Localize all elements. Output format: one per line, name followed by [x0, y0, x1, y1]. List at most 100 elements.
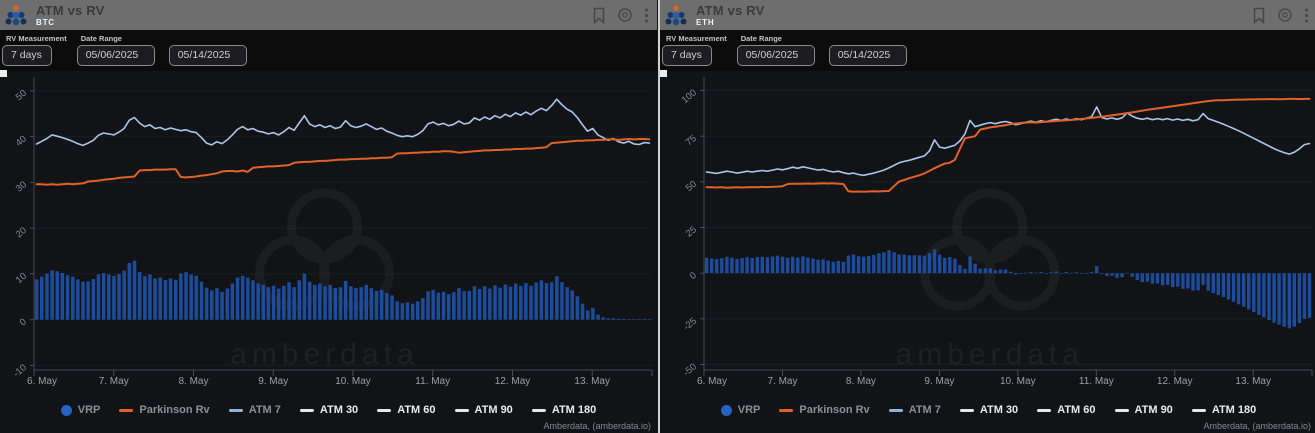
- btc-chart-canvas[interactable]: 50403020100-106. May7. May8. May9. May10…: [0, 68, 657, 400]
- filter-bar: RV Measurement 7 days Date Range 05/06/2…: [660, 30, 1315, 71]
- svg-text:8. May: 8. May: [846, 376, 876, 387]
- svg-text:50: 50: [14, 88, 29, 103]
- panel-header: ATM vs RV BTC: [0, 0, 657, 30]
- attribution-text: Amberdata, (amberdata.io): [543, 421, 651, 431]
- widget-settings-icon[interactable]: [1277, 7, 1293, 23]
- chart-legend: VRP Parkinson Rv ATM 7 ATM 30 ATM 60 ATM 90 AT…: [660, 401, 1315, 419]
- svg-text:10: 10: [14, 271, 29, 286]
- svg-text:8. May: 8. May: [178, 376, 208, 387]
- legend-marker-icon: [377, 409, 391, 412]
- svg-text:6. May: 6. May: [697, 376, 727, 387]
- date-from-input[interactable]: 05/06/2025: [737, 45, 815, 66]
- legend-item-vrp[interactable]: VRP: [721, 404, 761, 416]
- legend-marker-icon: [960, 409, 974, 412]
- legend-item-parkinson-rv[interactable]: Parkinson Rv: [119, 404, 209, 416]
- amberdata-logo-icon: [663, 3, 689, 27]
- rv-measurement-label: RV Measurement: [6, 34, 67, 43]
- amberdata-dashboard: ATM vs RV BTC RV Measurement 7 days: [0, 0, 1315, 433]
- legend-marker-icon: [61, 405, 72, 416]
- kebab-menu-icon[interactable]: [644, 7, 649, 24]
- date-range-label: Date Range: [81, 34, 247, 43]
- svg-text:amberdata: amberdata: [896, 338, 1084, 371]
- legend-marker-icon: [119, 409, 133, 412]
- legend-item-atm-7[interactable]: ATM 7: [889, 404, 941, 416]
- kebab-menu-icon[interactable]: [1304, 7, 1309, 24]
- svg-text:-25: -25: [681, 316, 699, 333]
- legend-marker-icon: [532, 409, 546, 412]
- panel-title: ATM vs RV: [36, 4, 105, 17]
- panel-subtitle: BTC: [36, 19, 105, 27]
- legend-marker-icon: [229, 409, 243, 412]
- legend-marker-icon: [1115, 409, 1129, 412]
- svg-text:100: 100: [680, 87, 699, 106]
- legend-item-atm-7[interactable]: ATM 7: [229, 404, 281, 416]
- svg-text:11. May: 11. May: [415, 376, 450, 387]
- date-range-label: Date Range: [741, 34, 907, 43]
- legend-label: ATM 7: [909, 404, 941, 416]
- panel-subtitle: ETH: [696, 19, 765, 27]
- legend-label: ATM 180: [552, 404, 596, 416]
- legend-item-atm-180[interactable]: ATM 180: [532, 404, 596, 416]
- rv-measurement-select[interactable]: 7 days: [2, 45, 52, 66]
- chart-panel-eth: ATM vs RV ETH RV Measurement 7 days: [658, 0, 1315, 433]
- svg-text:9. May: 9. May: [258, 376, 288, 387]
- legend-item-atm-180[interactable]: ATM 180: [1192, 404, 1256, 416]
- widget-settings-icon[interactable]: [617, 7, 633, 23]
- legend-item-atm-30[interactable]: ATM 30: [960, 404, 1018, 416]
- svg-text:20: 20: [14, 225, 29, 240]
- legend-marker-icon: [1192, 409, 1206, 412]
- svg-text:12. May: 12. May: [495, 376, 531, 387]
- date-from-input[interactable]: 05/06/2025: [77, 45, 155, 66]
- legend-label: Parkinson Rv: [139, 404, 209, 416]
- legend-item-vrp[interactable]: VRP: [61, 404, 101, 416]
- eth-chart-canvas[interactable]: 1007550250-25-506. May7. May8. May9. May…: [660, 68, 1315, 400]
- legend-item-atm-60[interactable]: ATM 60: [377, 404, 435, 416]
- legend-item-atm-30[interactable]: ATM 30: [300, 404, 358, 416]
- svg-text:12. May: 12. May: [1157, 376, 1193, 387]
- svg-text:50: 50: [684, 179, 699, 194]
- legend-item-parkinson-rv[interactable]: Parkinson Rv: [779, 404, 869, 416]
- svg-text:0: 0: [18, 317, 29, 329]
- legend-item-atm-90[interactable]: ATM 90: [455, 404, 513, 416]
- svg-text:40: 40: [14, 134, 29, 149]
- svg-text:25: 25: [684, 224, 699, 239]
- svg-text:6. May: 6. May: [27, 376, 57, 387]
- legend-label: VRP: [738, 404, 761, 416]
- date-to-input[interactable]: 05/14/2025: [169, 45, 247, 66]
- svg-text:0: 0: [688, 270, 699, 282]
- svg-text:11. May: 11. May: [1079, 376, 1114, 387]
- legend-label: ATM 60: [397, 404, 435, 416]
- legend-marker-icon: [779, 409, 793, 412]
- legend-label: ATM 7: [249, 404, 281, 416]
- svg-text:75: 75: [684, 133, 699, 148]
- date-to-input[interactable]: 05/14/2025: [829, 45, 907, 66]
- bookmark-icon[interactable]: [592, 7, 606, 24]
- chart-legend: VRP Parkinson Rv ATM 7 ATM 30 ATM 60 ATM 90 AT…: [0, 401, 657, 419]
- legend-label: ATM 180: [1212, 404, 1256, 416]
- svg-text:7. May: 7. May: [99, 376, 129, 387]
- svg-text:10. May: 10. May: [1000, 376, 1036, 387]
- legend-marker-icon: [889, 409, 903, 412]
- legend-marker-icon: [721, 405, 732, 416]
- legend-marker-icon: [455, 409, 469, 412]
- svg-text:7. May: 7. May: [767, 376, 797, 387]
- svg-text:30: 30: [14, 179, 29, 194]
- plot-corner-marker: [0, 70, 7, 77]
- legend-item-atm-90[interactable]: ATM 90: [1115, 404, 1173, 416]
- amberdata-logo-icon: [3, 3, 29, 27]
- filter-bar: RV Measurement 7 days Date Range 05/06/2…: [0, 30, 657, 71]
- legend-marker-icon: [300, 409, 314, 412]
- svg-text:amberdata: amberdata: [230, 338, 418, 371]
- plot-corner-marker: [660, 70, 667, 77]
- bookmark-icon[interactable]: [1252, 7, 1266, 24]
- legend-label: ATM 90: [1135, 404, 1173, 416]
- legend-label: ATM 30: [320, 404, 358, 416]
- rv-measurement-label: RV Measurement: [666, 34, 727, 43]
- legend-label: Parkinson Rv: [799, 404, 869, 416]
- chart-panel-btc: ATM vs RV BTC RV Measurement 7 days: [0, 0, 657, 433]
- attribution-text: Amberdata, (amberdata.io): [1203, 421, 1311, 431]
- legend-marker-icon: [1037, 409, 1051, 412]
- legend-item-atm-60[interactable]: ATM 60: [1037, 404, 1095, 416]
- rv-measurement-select[interactable]: 7 days: [662, 45, 712, 66]
- legend-label: ATM 90: [475, 404, 513, 416]
